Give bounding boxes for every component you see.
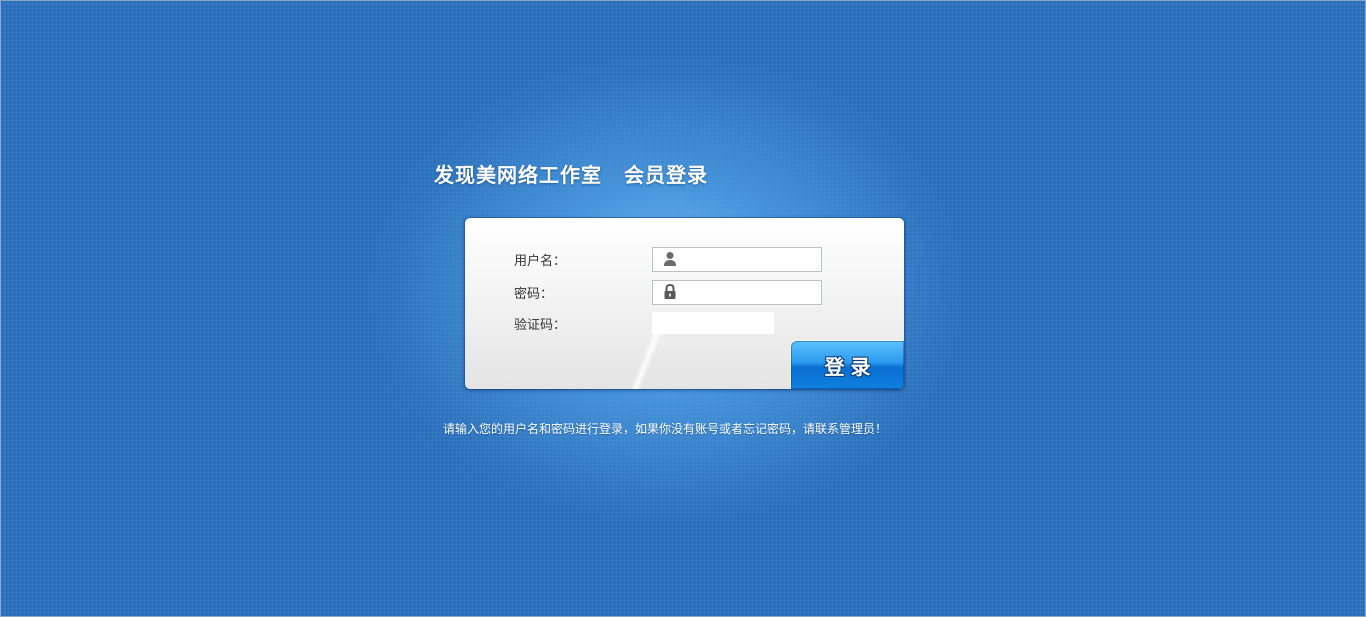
captcha-row: 验证码： (514, 310, 774, 336)
captcha-field-box[interactable] (652, 312, 774, 334)
login-hint: 请输入您的用户名和密码进行登录，如果你没有账号或者忘记密码，请联系管理员！ (443, 422, 888, 436)
lock-icon (664, 284, 676, 299)
captcha-label: 验证码： (514, 317, 567, 333)
password-label: 密码： (514, 286, 554, 302)
password-row: 密码： (514, 279, 822, 305)
username-label: 用户名： (514, 253, 567, 269)
login-title: 会员登录 (624, 163, 708, 187)
login-button[interactable]: 登录 (791, 341, 904, 389)
username-input[interactable] (683, 248, 813, 270)
password-field-box[interactable] (652, 279, 822, 305)
captcha-input[interactable] (652, 312, 774, 334)
password-input[interactable] (683, 281, 813, 303)
page-title: 发现美网络工作室 会员登录 (434, 159, 708, 188)
user-icon (664, 252, 676, 266)
username-field-box[interactable] (652, 246, 822, 272)
panel-gloss (618, 334, 672, 389)
login-panel: 用户名： 密码： 验证码： 登录 (465, 218, 904, 389)
username-row: 用户名： (514, 246, 822, 272)
studio-name: 发现美网络工作室 (434, 163, 602, 187)
login-button-label: 登录 (824, 354, 877, 379)
